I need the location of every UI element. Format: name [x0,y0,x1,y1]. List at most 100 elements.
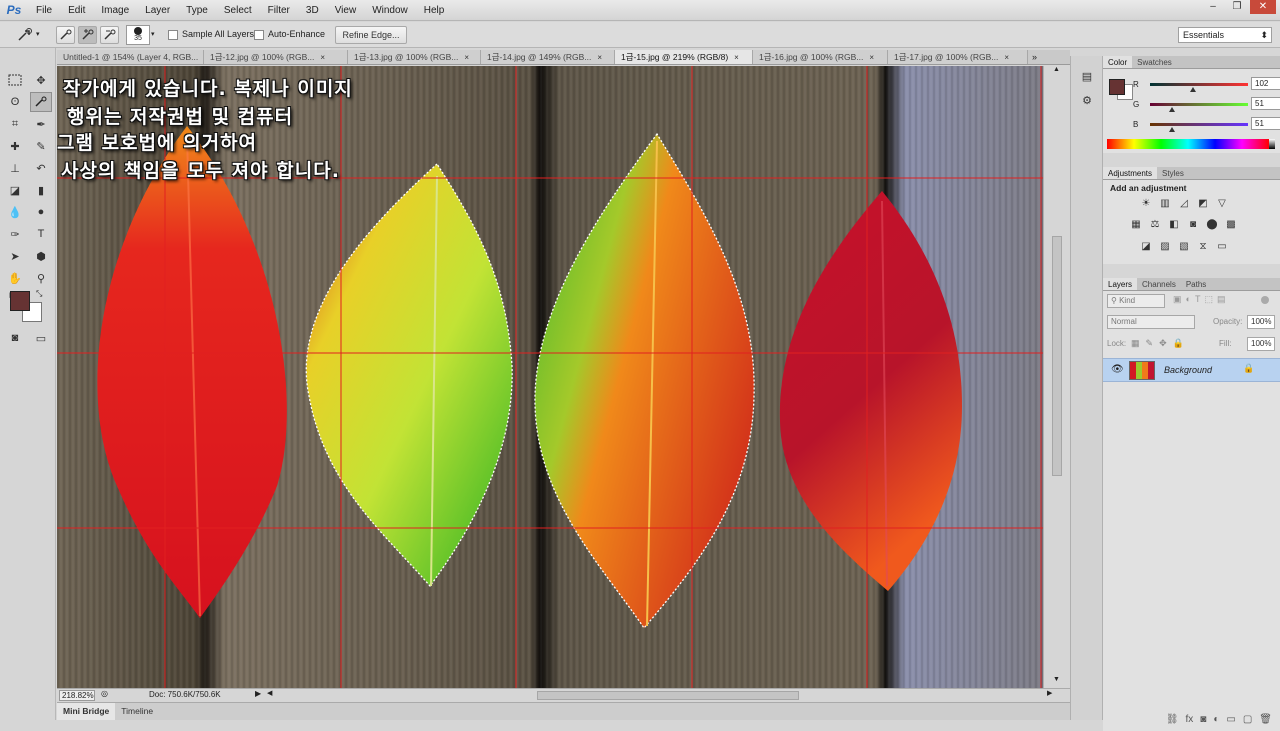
brush-size-picker[interactable]: 35 [126,25,150,45]
quick-mask-icon[interactable]: ◙ [4,328,26,348]
layer-row-background[interactable]: 👁 Background 🔒 [1103,358,1280,382]
add-mask-icon[interactable]: ◙ [1200,714,1206,725]
menu-3d[interactable]: 3D [298,0,327,21]
selective-color-icon[interactable]: ⧖ [1196,240,1210,253]
shape-tool-icon[interactable]: ⬢ [30,246,52,266]
menu-filter[interactable]: Filter [260,0,298,21]
menu-image[interactable]: Image [93,0,137,21]
close-tab-icon[interactable]: × [320,50,325,64]
blend-mode-select[interactable]: Normal [1107,315,1195,329]
refine-edge-button[interactable]: Refine Edge... [335,26,407,44]
filter-type-icon[interactable]: T [1195,294,1201,305]
healing-brush-tool-icon[interactable]: ✚ [4,136,26,156]
tab-swatches[interactable]: Swatches [1132,56,1177,68]
filter-shape-icon[interactable]: ⬚ [1204,294,1213,305]
link-layers-icon[interactable]: ⛓ [1166,714,1179,725]
swap-colors-icon[interactable]: ⤡ [36,289,42,299]
status-menu-arrow-icon[interactable]: ▶ [255,689,261,698]
doc-tab-active[interactable]: 1급-15.jpg @ 219% (RGB/8) × [615,50,753,64]
tab-layers[interactable]: Layers [1103,278,1138,290]
menu-type[interactable]: Type [178,0,216,21]
mini-bridge-tab[interactable]: Mini Bridge [57,703,116,720]
zoom-tool-icon[interactable]: ⚲ [30,268,52,288]
restore-button[interactable]: ❐ [1226,0,1248,14]
doc-tab[interactable]: 1급-17.jpg @ 100% (RGB... × [888,50,1028,64]
horizontal-scroll-thumb[interactable] [537,691,799,700]
tab-paths[interactable]: Paths [1181,278,1211,290]
lock-position-icon[interactable]: ✥ [1159,338,1167,349]
eraser-tool-icon[interactable]: ◪ [4,180,26,200]
menu-layer[interactable]: Layer [137,0,178,21]
eyedropper-tool-icon[interactable]: ✒ [30,114,52,134]
workspace-switcher[interactable]: Essentials ⬍ [1178,27,1272,43]
new-layer-icon[interactable]: ▢ [1243,714,1252,725]
minimize-button[interactable]: – [1202,0,1224,14]
red-value[interactable]: 102 [1251,77,1280,90]
auto-enhance-checkbox[interactable] [254,30,264,40]
properties-panel-icon[interactable]: ⚙ [1076,90,1098,110]
close-tab-icon[interactable]: × [869,50,874,64]
close-tab-icon[interactable]: × [734,50,739,64]
filter-pixel-icon[interactable]: ▣ [1173,294,1182,305]
curves-icon[interactable]: ◿ [1177,197,1191,210]
dodge-tool-icon[interactable]: ● [30,202,52,222]
doc-tab[interactable]: Untitled-1 @ 154% (Layer 4, RGB...× [57,50,209,64]
blur-tool-icon[interactable]: 💧 [4,202,26,222]
history-brush-tool-icon[interactable]: ↶ [30,158,52,178]
blue-track[interactable] [1150,123,1248,126]
color-spectrum-bar[interactable] [1107,139,1269,149]
delete-layer-icon[interactable]: 🗑 [1259,714,1272,725]
black-white-icon[interactable]: ◧ [1167,218,1181,231]
quick-selection-tool-icon[interactable] [30,92,52,112]
brightness-icon[interactable]: ☀ [1139,197,1153,210]
filter-smart-icon[interactable]: ▤ [1217,294,1226,305]
clone-stamp-tool-icon[interactable]: ⊥ [4,158,26,178]
chevron-down-icon[interactable]: ▾ [36,30,40,38]
layer-filter-kind[interactable]: ⚲ Kind [1107,294,1165,308]
scroll-left-icon[interactable]: ◀ [267,689,272,697]
tab-channels[interactable]: Channels [1137,278,1181,290]
green-thumb[interactable] [1169,107,1175,112]
visibility-eye-icon[interactable]: 👁 [1111,364,1124,375]
filter-adjustment-icon[interactable]: ◐ [1186,294,1191,305]
scroll-down-icon[interactable]: ▼ [1053,676,1060,683]
doc-tab[interactable]: 1급-12.jpg @ 100% (RGB... × [204,50,348,64]
close-tab-icon[interactable]: × [597,50,602,64]
type-tool-icon[interactable]: T [30,224,52,244]
menu-view[interactable]: View [327,0,365,21]
foreground-color-swatch[interactable] [10,291,30,311]
new-group-icon[interactable]: ▭ [1226,714,1235,725]
blue-thumb[interactable] [1169,127,1175,132]
tab-color[interactable]: Color [1103,56,1133,68]
filter-toggle-icon[interactable] [1261,296,1269,304]
layer-style-icon[interactable]: fx [1186,714,1194,725]
crop-tool-icon[interactable]: ⌗ [4,114,26,134]
photo-filter-icon[interactable]: ◙ [1186,218,1200,231]
tab-styles[interactable]: Styles [1157,167,1189,179]
add-to-selection-icon[interactable] [78,26,97,44]
history-panel-icon[interactable]: ▤ [1076,66,1098,86]
doc-tab[interactable]: 1급-16.jpg @ 100% (RGB... × [753,50,888,64]
move-tool-icon[interactable]: ✥ [30,70,52,90]
path-selection-tool-icon[interactable]: ➤ [4,246,26,266]
vertical-scrollbar[interactable]: ▲ ▼ [1043,66,1070,688]
green-value[interactable]: 51 [1251,97,1280,110]
menu-window[interactable]: Window [364,0,416,21]
brush-tool-icon[interactable]: ✎ [30,136,52,156]
lock-transparent-icon[interactable]: ▦ [1131,338,1140,349]
timeline-tab[interactable]: Timeline [115,703,159,720]
close-button[interactable]: ✕ [1250,0,1276,14]
new-selection-icon[interactable] [56,26,75,44]
blue-slider[interactable]: B 51 [1133,117,1280,133]
threshold-icon[interactable]: ▧ [1177,240,1191,253]
color-balance-icon[interactable]: ⚖ [1148,218,1162,231]
close-tab-icon[interactable]: × [1004,50,1009,64]
document-canvas[interactable]: 작가에게 있습니다. 복제나 이미지 행위는 저작권법 및 컴퓨터 그램 보호법… [57,66,1043,688]
blue-value[interactable]: 51 [1251,117,1280,130]
vertical-scroll-thumb[interactable] [1052,236,1062,476]
zoom-field[interactable]: 218.82% [59,690,95,701]
posterize-icon[interactable]: ▨ [1158,240,1172,253]
marquee-tool-icon[interactable] [4,70,26,90]
subtract-from-selection-icon[interactable] [100,26,119,44]
red-track[interactable] [1150,83,1248,86]
